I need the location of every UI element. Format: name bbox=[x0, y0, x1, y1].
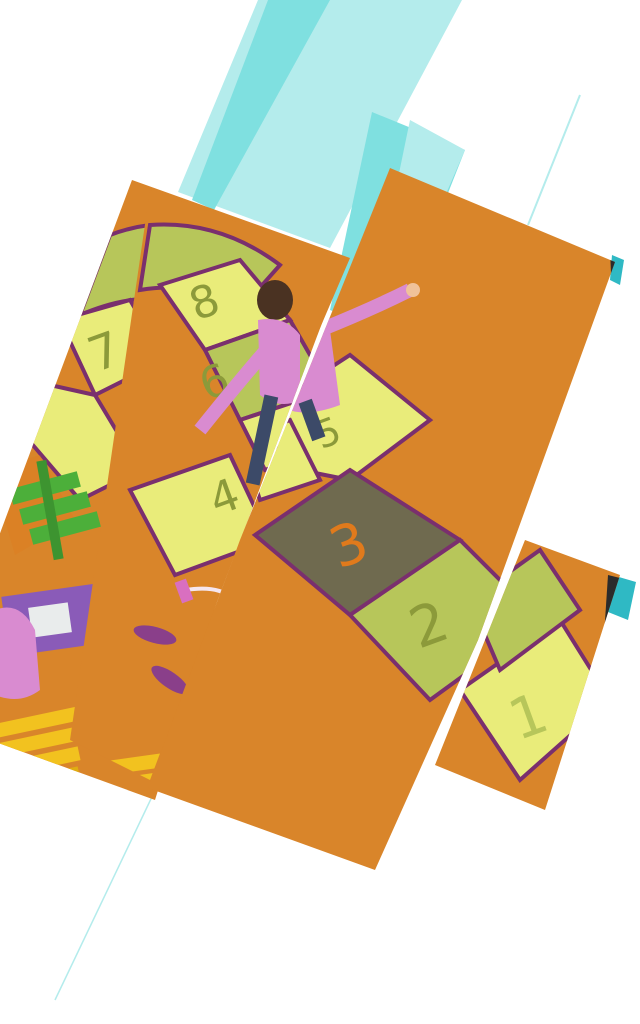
teal-thin-line-top bbox=[527, 94, 581, 226]
hopscotch-collage: 7 8 6 4 3 2 5 1 bbox=[0, 0, 636, 1001]
teal-thin-line-bottom bbox=[54, 779, 161, 1001]
collage-canvas: 7 8 6 4 3 2 5 1 bbox=[0, 0, 640, 1024]
